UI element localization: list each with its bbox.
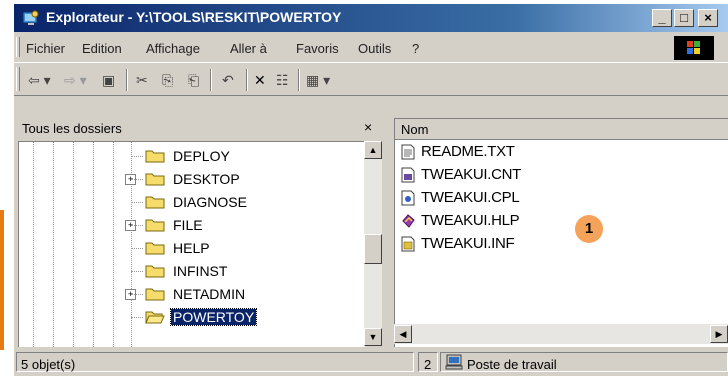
cut-icon[interactable]: ✂: [136, 72, 148, 88]
toolbar-grip[interactable]: [16, 67, 20, 91]
tree-item-label: DESKTOP: [173, 171, 240, 187]
file-name: TWEAKUI.INF: [421, 235, 515, 252]
menu-bar: Fichier Edition Affichage Aller à Favori…: [14, 34, 728, 60]
forward-icon[interactable]: ⇨ ▾: [64, 72, 87, 88]
tree-item-label: DEPLOY: [173, 148, 230, 164]
tree-connector: [131, 225, 143, 226]
window-title: Explorateur - Y:\TOOLS\RESKIT\POWERTOY: [46, 9, 342, 25]
explorer-app-icon: [22, 10, 39, 25]
tree-item-label: HELP: [173, 240, 210, 256]
control-panel-icon: [401, 190, 415, 206]
toolbar-separator: [126, 69, 128, 91]
standard-toolbar: ⇦ ▾ ⇨ ▾ ▣ ✂ ⎘ ⎗ ↶ ✕ ☷ ▦ ▾: [14, 62, 728, 96]
help-contents-icon: [401, 167, 415, 183]
menu-fichier[interactable]: Fichier: [26, 41, 65, 56]
folder-icon: [145, 265, 165, 278]
help-file-icon: [402, 214, 415, 228]
tree-item-label: DIAGNOSE: [173, 194, 247, 210]
folders-pane-header: Tous les dossiers ×: [18, 118, 380, 140]
status-size: 2: [424, 357, 432, 372]
column-header-label: Nom: [401, 122, 429, 137]
folder-icon: [145, 219, 165, 232]
properties-icon[interactable]: ☷: [276, 72, 289, 88]
minimize-button[interactable]: _: [652, 9, 672, 27]
scroll-up-button[interactable]: ▲: [364, 141, 382, 159]
up-folder-icon[interactable]: ▣: [102, 72, 115, 88]
tree-connector: [131, 271, 143, 272]
file-list-scrollbar[interactable]: ◀ ▶: [394, 324, 728, 344]
undo-icon[interactable]: ↶: [222, 72, 234, 88]
left-edge-marker: [0, 210, 4, 350]
menu-outils[interactable]: Outils: [358, 41, 391, 56]
scroll-thumb[interactable]: [364, 234, 382, 264]
menu-grip[interactable]: [16, 37, 20, 57]
tree-item-label: NETADMIN: [173, 286, 246, 302]
toolbar-separator: [210, 69, 212, 91]
folder-tree[interactable]: DEPLOY + DESKTOP DIAGNOSE + FILE HELP IN…: [18, 141, 365, 347]
tree-guide-line: [73, 142, 74, 347]
file-name: TWEAKUI.CPL: [421, 189, 520, 206]
menu-favoris[interactable]: Favoris: [296, 41, 339, 56]
open-folder-icon: [145, 311, 165, 324]
close-folders-pane-icon[interactable]: ×: [364, 119, 372, 135]
tree-guide-line: [33, 142, 34, 347]
my-computer-icon: [445, 354, 463, 370]
folder-icon: [145, 242, 165, 255]
scroll-left-button[interactable]: ◀: [394, 325, 412, 343]
paste-icon[interactable]: ⎗: [188, 72, 199, 88]
close-button[interactable]: ×: [698, 9, 718, 27]
tree-connector: [131, 294, 143, 295]
scroll-down-button[interactable]: ▼: [364, 328, 382, 346]
folder-icon: [145, 288, 165, 301]
maximize-button[interactable]: □: [674, 9, 694, 27]
copy-icon[interactable]: ⎘: [162, 72, 173, 88]
tree-guide-line: [93, 142, 94, 347]
status-location-cell: Poste de travail: [440, 352, 728, 372]
menu-edition[interactable]: Edition: [82, 41, 122, 56]
file-name: TWEAKUI.CNT: [421, 166, 522, 183]
folder-icon: [145, 196, 165, 209]
menu-affichage[interactable]: Affichage: [146, 41, 200, 56]
status-bar: 5 objet(s) 2 Poste de travail: [14, 350, 728, 376]
text-file-icon: [401, 144, 415, 160]
status-location: Poste de travail: [467, 357, 557, 372]
status-count-cell: 5 objet(s): [16, 352, 414, 372]
callout-badge: 1: [575, 215, 603, 243]
windows-logo-throbber: [674, 36, 714, 60]
tree-connector: [131, 248, 143, 249]
file-list[interactable]: Nom README.TXT TWEAKUI.CNT TWEAKUI.CPL T…: [394, 118, 728, 347]
explorer-window: Explorateur - Y:\TOOLS\RESKIT\POWERTOY _…: [14, 4, 728, 376]
column-header-name[interactable]: Nom: [395, 119, 728, 140]
toolbar-separator: [246, 69, 248, 91]
folder-tree-scrollbar[interactable]: ▲ ▼: [364, 141, 382, 346]
scroll-right-button[interactable]: ▶: [710, 325, 728, 343]
delete-icon[interactable]: ✕: [254, 72, 266, 88]
file-name: README.TXT: [421, 143, 515, 160]
tree-guide-line: [113, 142, 114, 347]
folder-icon: [145, 150, 165, 163]
tree-connector: [131, 317, 143, 318]
tree-item-label: FILE: [173, 217, 203, 233]
tree-item-label: POWERTOY: [169, 308, 258, 326]
menu-aller-a[interactable]: Aller à: [230, 41, 267, 56]
setup-info-icon: [401, 236, 415, 252]
file-name: TWEAKUI.HLP: [421, 212, 520, 229]
views-icon[interactable]: ▦ ▾: [306, 72, 330, 88]
back-icon[interactable]: ⇦ ▾: [28, 72, 51, 88]
toolbar-separator: [298, 69, 300, 91]
windows-flag-icon: [687, 41, 700, 54]
tree-connector: [131, 156, 143, 157]
tree-guide-line: [53, 142, 54, 347]
status-count: 5 objet(s): [21, 357, 76, 372]
tree-connector: [131, 179, 143, 180]
title-bar[interactable]: Explorateur - Y:\TOOLS\RESKIT\POWERTOY _…: [14, 4, 728, 32]
status-size-cell: 2: [418, 352, 438, 372]
pane-splitter[interactable]: [384, 118, 394, 348]
tree-connector: [131, 202, 143, 203]
tree-item-label: INFINST: [173, 263, 228, 279]
folders-pane-title: Tous les dossiers: [22, 121, 122, 136]
menu-help[interactable]: ?: [412, 41, 419, 56]
folder-icon: [145, 173, 165, 186]
